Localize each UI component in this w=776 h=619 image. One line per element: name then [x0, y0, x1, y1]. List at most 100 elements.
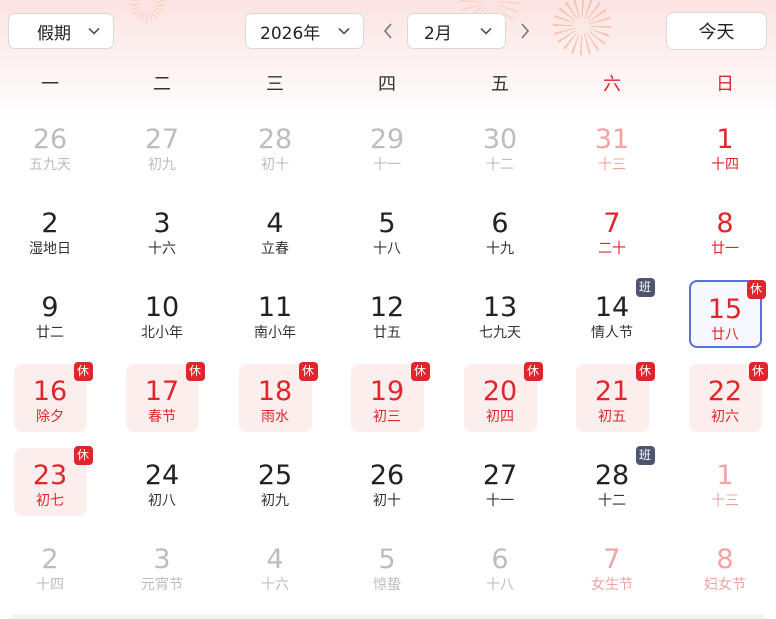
- lunar-date-label: 初六: [711, 409, 739, 425]
- day-cell[interactable]: 30 十二: [464, 112, 537, 180]
- day-cell[interactable]: 2 湿地日: [14, 196, 87, 264]
- day-cell[interactable]: 13 七九天: [464, 280, 537, 348]
- lunar-date-label: 二十: [598, 241, 626, 257]
- day-cell[interactable]: 9 廿二: [14, 280, 87, 348]
- day-cell[interactable]: 24 初八: [126, 448, 199, 516]
- holiday-rest-badge: 休: [185, 362, 205, 381]
- calendar-toolbar: 假期 2026年 2月 今天: [0, 0, 776, 64]
- weekday-label: 日: [716, 74, 734, 95]
- holiday-dropdown-label: 假期: [37, 23, 71, 44]
- lunar-date-label: 十三: [598, 157, 626, 173]
- lunar-date-label: 初九: [148, 157, 176, 173]
- previous-month-arrow-icon[interactable]: [383, 22, 393, 40]
- weekday-label: 二: [153, 74, 171, 95]
- month-dropdown-label: 2月: [424, 23, 452, 44]
- today-button[interactable]: 今天: [666, 12, 767, 50]
- day-cell[interactable]: 4 十六: [239, 532, 312, 600]
- day-cell[interactable]: 20 初四 休: [463, 362, 543, 432]
- calendar-grid: 26 五九天 27 初九 28 初十 29 十一 30 十二 31 十三 1 十四 2 湿地日 3 十六 4 立春 5 十…: [0, 112, 776, 612]
- day-cell[interactable]: 23 初七 休: [13, 446, 93, 516]
- holiday-dropdown[interactable]: 假期: [8, 13, 114, 49]
- day-cell[interactable]: 1 十三: [689, 448, 762, 516]
- day-number: 16: [32, 376, 68, 407]
- lunar-date-label: 廿五: [373, 325, 401, 341]
- day-cell[interactable]: 14 情人节 班: [576, 278, 655, 348]
- day-number: 1: [716, 460, 734, 491]
- day-cell[interactable]: 1 十四: [689, 112, 762, 180]
- day-cell[interactable]: 29 十一: [351, 112, 424, 180]
- day-number: 2: [41, 544, 59, 575]
- day-number: 1: [716, 124, 734, 155]
- day-cell[interactable]: 26 五九天: [14, 112, 87, 180]
- day-cell[interactable]: 7 女生节: [576, 532, 649, 600]
- selected-day-cell[interactable]: 15 廿八 休: [688, 280, 766, 348]
- day-number: 2: [41, 208, 59, 239]
- lunar-date-label: 雨水: [261, 409, 289, 425]
- day-cell[interactable]: 18 雨水 休: [238, 362, 318, 432]
- day-cell[interactable]: 6 十九: [464, 196, 537, 264]
- day-cell[interactable]: 7 二十: [576, 196, 649, 264]
- day-number: 6: [491, 208, 509, 239]
- day-number: 28: [257, 124, 293, 155]
- day-cell[interactable]: 5 十八: [351, 196, 424, 264]
- day-number: 22: [707, 376, 743, 407]
- lunar-date-label: 十四: [36, 577, 64, 593]
- day-number: 7: [603, 544, 621, 575]
- day-cell[interactable]: 3 元宵节: [126, 532, 199, 600]
- next-month-arrow-icon[interactable]: [520, 22, 530, 40]
- day-cell[interactable]: 2 十四: [14, 532, 87, 600]
- lunar-date-label: 初十: [261, 157, 289, 173]
- day-cell[interactable]: 27 初九: [126, 112, 199, 180]
- day-cell[interactable]: 3 十六: [126, 196, 199, 264]
- day-number: 23: [32, 460, 68, 491]
- lunar-date-label: 北小年: [141, 325, 183, 341]
- day-cell[interactable]: 25 初九: [239, 448, 312, 516]
- lunar-date-label: 十九: [486, 241, 514, 257]
- lunar-date-label: 除夕: [36, 409, 64, 425]
- lunar-date-label: 惊蛰: [373, 577, 401, 593]
- lunar-date-label: 情人节: [591, 325, 633, 341]
- day-cell[interactable]: 28 初十: [239, 112, 312, 180]
- lunar-date-label: 十八: [486, 577, 514, 593]
- day-cell[interactable]: 27 十一: [464, 448, 537, 516]
- day-cell[interactable]: 11 南小年: [239, 280, 312, 348]
- lunar-date-label: 廿八: [711, 327, 739, 343]
- holiday-rest-badge: 休: [635, 362, 655, 381]
- day-cell[interactable]: 8 妇女节: [689, 532, 762, 600]
- day-number: 6: [491, 544, 509, 575]
- day-cell[interactable]: 17 春节 休: [125, 362, 205, 432]
- lunar-date-label: 十八: [373, 241, 401, 257]
- day-number: 17: [144, 376, 180, 407]
- day-cell[interactable]: 4 立春: [239, 196, 312, 264]
- lunar-date-label: 十一: [373, 157, 401, 173]
- day-cell[interactable]: 28 十二 班: [576, 446, 655, 516]
- day-cell[interactable]: 10 北小年: [126, 280, 199, 348]
- lunar-date-label: 十二: [598, 493, 626, 509]
- day-cell[interactable]: 19 初三 休: [350, 362, 430, 432]
- day-cell[interactable]: 26 初十: [351, 448, 424, 516]
- day-cell[interactable]: 8 廿一: [689, 196, 762, 264]
- holiday-rest-badge: 休: [746, 280, 766, 299]
- day-number: 30: [482, 124, 518, 155]
- lunar-date-label: 元宵节: [141, 577, 183, 593]
- lunar-date-label: 十六: [261, 577, 289, 593]
- day-number: 12: [369, 292, 405, 323]
- holiday-rest-badge: 休: [523, 362, 543, 381]
- day-number: 18: [257, 376, 293, 407]
- day-cell[interactable]: 5 惊蛰: [351, 532, 424, 600]
- day-number: 5: [378, 544, 396, 575]
- year-dropdown[interactable]: 2026年: [245, 13, 364, 49]
- day-cell[interactable]: 12 廿五: [351, 280, 424, 348]
- weekday-label: 一: [41, 74, 59, 95]
- lunar-date-label: 初三: [373, 409, 401, 425]
- day-cell[interactable]: 22 初六 休: [688, 362, 768, 432]
- day-cell[interactable]: 21 初五 休: [575, 362, 655, 432]
- day-number: 21: [594, 376, 630, 407]
- day-cell[interactable]: 31 十三: [576, 112, 649, 180]
- weekday-label: 五: [491, 74, 509, 95]
- day-number: 24: [144, 460, 180, 491]
- month-dropdown[interactable]: 2月: [407, 13, 506, 49]
- lunar-date-label: 妇女节: [704, 577, 746, 593]
- day-cell[interactable]: 6 十八: [464, 532, 537, 600]
- day-cell[interactable]: 16 除夕 休: [13, 362, 93, 432]
